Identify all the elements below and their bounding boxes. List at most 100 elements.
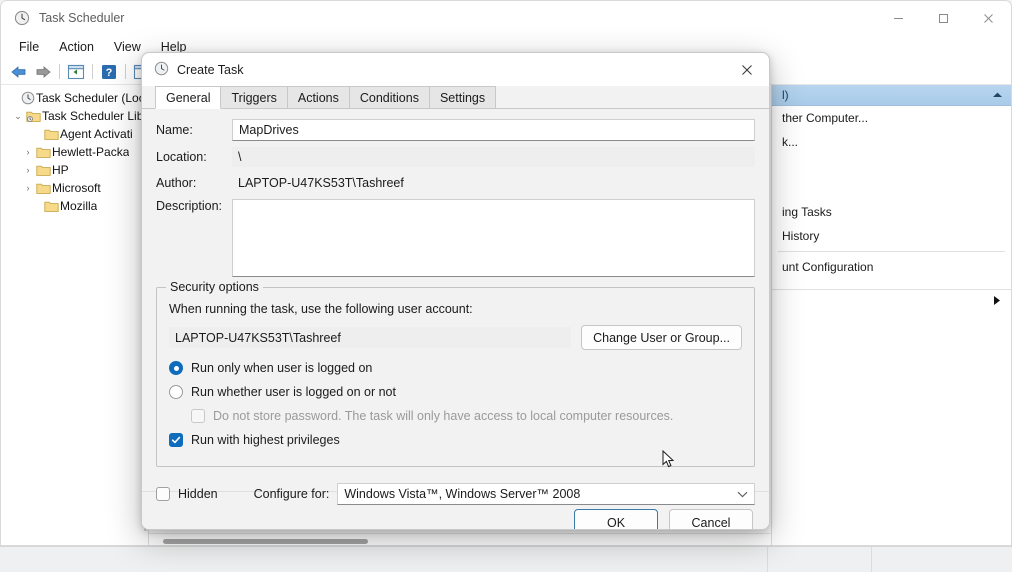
actions-item-display-all-running-tasks[interactable]: ing Tasks <box>772 200 1011 224</box>
tree-item-label: HP <box>52 163 69 177</box>
actions-pane: l) ther Computer... k... ing Tasks Histo… <box>771 85 1011 545</box>
run-with-highest-privileges-row[interactable]: Run with highest privileges <box>169 433 742 447</box>
task-list-hscrollbar[interactable] <box>149 533 771 545</box>
description-input[interactable] <box>232 199 755 277</box>
actions-item-create-basic-task[interactable]: k... <box>772 130 1011 154</box>
author-row: Author: LAPTOP-U47KS53T\Tashreef <box>156 173 755 193</box>
location-value: \ <box>232 147 755 167</box>
folder-icon <box>35 182 52 195</box>
tree-item-label: Hewlett-Packa <box>52 145 130 159</box>
clock-icon <box>14 10 30 26</box>
hidden-checkbox[interactable] <box>156 487 170 501</box>
security-options-group: Security options When running the task, … <box>156 280 755 467</box>
tab-general[interactable]: General <box>155 86 222 109</box>
configure-row: Hidden Configure for: Windows Vista™, Wi… <box>156 483 755 505</box>
tree-item-label: Task Scheduler (Local <box>36 91 146 105</box>
do-not-store-password-checkbox <box>191 409 205 423</box>
dialog-content-general: Name: MapDrives Location: \ Author: LAPT… <box>142 109 769 505</box>
run-whether-logged-on-row[interactable]: Run whether user is logged on or not <box>169 385 742 399</box>
name-input[interactable]: MapDrives <box>232 119 755 141</box>
actions-pane-header[interactable]: l) <box>772 85 1011 106</box>
task-list-hscroll-thumb[interactable] <box>163 539 368 544</box>
tree-expander[interactable]: › <box>21 147 35 157</box>
maximize-button[interactable] <box>921 1 966 35</box>
actions-item-ad-account-configuration[interactable]: unt Configuration <box>772 255 1011 279</box>
tree-item-mozilla[interactable]: Mozilla <box>1 197 148 215</box>
actions-item-connect-to-another-computer[interactable]: ther Computer... <box>772 106 1011 130</box>
name-row: Name: MapDrives <box>156 119 755 141</box>
window-titlebar: Task Scheduler <box>1 1 1011 35</box>
dialog-tabstrip: General Triggers Actions Conditions Sett… <box>142 86 769 109</box>
clock-icon <box>154 61 169 79</box>
run-whether-logged-on-label: Run whether user is logged on or not <box>191 385 396 399</box>
menu-item-file[interactable]: File <box>9 38 49 56</box>
run-only-when-logged-on-radio[interactable] <box>169 361 183 375</box>
actions-pane-expand-row[interactable] <box>772 289 1011 313</box>
configure-for-label: Configure for: <box>253 487 330 501</box>
status-bar <box>0 546 1012 572</box>
configure-for-value: Windows Vista™, Windows Server™ 2008 <box>344 487 581 501</box>
tree-item-agent-activation[interactable]: Agent Activati <box>1 125 148 143</box>
tab-conditions[interactable]: Conditions <box>348 86 430 108</box>
tree-expander[interactable]: ⌄ <box>11 111 25 122</box>
tree-expander[interactable]: › <box>21 165 35 175</box>
security-prompt: When running the task, use the following… <box>169 302 473 316</box>
actions-pane-separator <box>778 251 1005 252</box>
tree-item-hp[interactable]: › HP <box>1 161 148 179</box>
tree-item-label: Microsoft <box>52 181 101 195</box>
actions-pane-gap-2 <box>772 279 1011 289</box>
tree-item-microsoft[interactable]: › Microsoft <box>1 179 148 197</box>
description-label: Description: <box>156 199 222 213</box>
hidden-label: Hidden <box>178 487 218 501</box>
run-with-highest-privileges-checkbox[interactable] <box>169 433 183 447</box>
folder-icon <box>35 146 52 159</box>
help-button[interactable]: ? <box>97 61 121 83</box>
triangle-right-icon[interactable] <box>993 295 1001 309</box>
tab-actions[interactable]: Actions <box>286 86 350 108</box>
cancel-button[interactable]: Cancel <box>669 509 753 529</box>
run-whether-logged-on-radio[interactable] <box>169 385 183 399</box>
run-with-highest-privileges-label: Run with highest privileges <box>191 433 340 447</box>
actions-pane-gap <box>772 154 1011 200</box>
security-options-legend: Security options <box>166 280 263 294</box>
dialog-close-button[interactable] <box>725 53 769 86</box>
change-user-or-group-button[interactable]: Change User or Group... <box>581 325 742 350</box>
chevron-up-icon[interactable] <box>992 88 1003 102</box>
tree-item-task-scheduler-local[interactable]: Task Scheduler (Local <box>1 89 148 107</box>
minimize-button[interactable] <box>876 1 921 35</box>
back-button[interactable] <box>7 61 31 83</box>
status-bar-main-cell <box>0 547 768 572</box>
folder-clock-icon <box>25 110 42 123</box>
toolbar-separator-3 <box>125 64 126 79</box>
tree-item-label: Agent Activati <box>60 127 133 141</box>
create-task-dialog: Create Task General Triggers Actions Con… <box>141 52 770 530</box>
actions-item-enable-all-tasks-history[interactable]: History <box>772 224 1011 248</box>
tab-settings[interactable]: Settings <box>428 86 497 108</box>
configure-for-select[interactable]: Windows Vista™, Windows Server™ 2008 <box>337 483 755 505</box>
user-account-value: LAPTOP-U47KS53T\Tashreef <box>169 327 572 348</box>
menu-item-action[interactable]: Action <box>49 38 104 56</box>
tree-item-label: Mozilla <box>60 199 98 213</box>
do-not-store-password-row: Do not store password. The task will onl… <box>191 409 742 423</box>
do-not-store-password-label: Do not store password. The task will onl… <box>213 409 674 423</box>
svg-text:?: ? <box>106 67 113 79</box>
tree-item-hewlett-packard[interactable]: › Hewlett-Packa <box>1 143 148 161</box>
folder-icon <box>43 200 60 213</box>
location-row: Location: \ <box>156 147 755 167</box>
chevron-down-icon[interactable] <box>737 487 748 501</box>
window-controls <box>876 1 1011 35</box>
tree-item-task-scheduler-library[interactable]: ⌄ Task Scheduler Lib <box>1 107 148 125</box>
window-title: Task Scheduler <box>39 11 125 25</box>
location-label: Location: <box>156 150 207 164</box>
dialog-titlebar: Create Task <box>142 53 769 86</box>
tree-expander[interactable]: › <box>21 183 35 193</box>
forward-button[interactable] <box>31 61 55 83</box>
name-label: Name: <box>156 123 193 137</box>
show-hide-tree-button[interactable] <box>64 61 88 83</box>
toolbar-separator-2 <box>92 64 93 79</box>
ok-button[interactable]: OK <box>574 509 658 529</box>
close-button[interactable] <box>966 1 1011 35</box>
run-only-when-logged-on-row[interactable]: Run only when user is logged on <box>169 361 742 375</box>
account-row: LAPTOP-U47KS53T\Tashreef Change User or … <box>169 325 742 350</box>
tab-triggers[interactable]: Triggers <box>220 86 288 108</box>
